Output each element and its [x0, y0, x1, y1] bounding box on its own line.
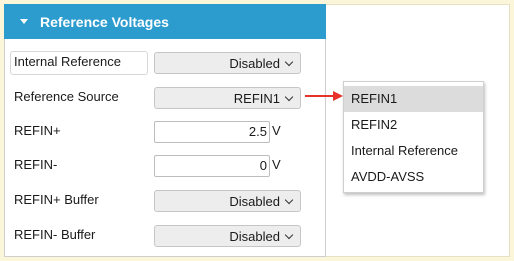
chevron-down-icon — [284, 195, 294, 204]
chevron-down-icon — [284, 230, 294, 239]
refin-minus-buffer-select[interactable]: Disabled — [154, 225, 301, 247]
refin-minus-buffer-label: REFIN- Buffer — [14, 227, 96, 242]
dropdown-option-avdd-avss[interactable]: AVDD-AVSS — [344, 164, 483, 190]
caret-down-icon[interactable] — [20, 19, 28, 24]
reference-source-value: REFIN1 — [233, 90, 280, 106]
row-refin-plus: REFIN+ 2.5 V — [4, 121, 326, 143]
refin-plus-buffer-label: REFIN+ Buffer — [14, 192, 99, 207]
dropdown-option-refin2[interactable]: REFIN2 — [344, 112, 483, 138]
chevron-down-icon — [284, 92, 294, 101]
reference-source-dropdown: REFIN1 REFIN2 Internal Reference AVDD-AV… — [343, 81, 484, 193]
refin-minus-buffer-value: Disabled — [229, 228, 280, 244]
internal-reference-select[interactable]: Disabled — [154, 52, 301, 74]
row-internal-reference: Internal Reference Disabled — [4, 51, 326, 75]
reference-voltages-panel: Reference Voltages Internal Reference Di… — [4, 4, 326, 257]
chevron-down-icon — [284, 57, 294, 66]
refin-minus-input[interactable]: 0 — [154, 155, 270, 177]
panel-title: Reference Voltages — [40, 13, 169, 30]
internal-reference-label: Internal Reference — [14, 54, 121, 69]
row-refin-minus-buffer: REFIN- Buffer Disabled — [4, 225, 326, 247]
dropdown-option-internal-reference[interactable]: Internal Reference — [344, 138, 483, 164]
refin-minus-label: REFIN- — [14, 157, 58, 172]
refin-plus-input[interactable]: 2.5 — [154, 121, 270, 143]
refin-minus-unit: V — [272, 157, 281, 172]
reference-source-label: Reference Source — [14, 89, 119, 104]
row-refin-minus: REFIN- 0 V — [4, 155, 326, 177]
internal-reference-value: Disabled — [229, 55, 280, 71]
refin-plus-buffer-value: Disabled — [229, 193, 280, 209]
row-reference-source: Reference Source REFIN1 — [4, 87, 326, 109]
panel-header[interactable]: Reference Voltages — [4, 4, 326, 39]
row-refin-plus-buffer: REFIN+ Buffer Disabled — [4, 190, 326, 212]
refin-plus-unit: V — [272, 123, 281, 138]
dropdown-option-refin1[interactable]: REFIN1 — [344, 86, 483, 112]
refin-plus-label: REFIN+ — [14, 123, 61, 138]
reference-source-select[interactable]: REFIN1 — [154, 87, 301, 109]
refin-plus-buffer-select[interactable]: Disabled — [154, 190, 301, 212]
arrow-right-icon — [305, 91, 343, 101]
